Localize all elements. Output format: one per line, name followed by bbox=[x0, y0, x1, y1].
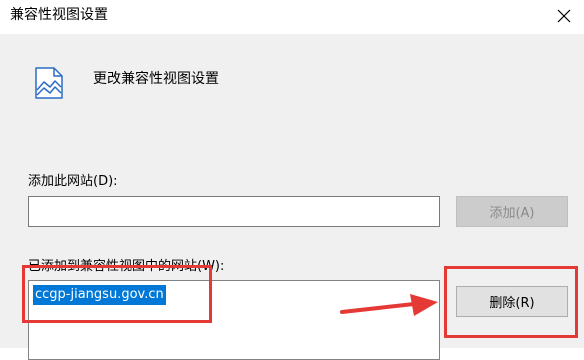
close-button[interactable] bbox=[544, 0, 584, 32]
add-site-label: 添加此网站(D): bbox=[28, 174, 118, 189]
window-title: 兼容性视图设置 bbox=[10, 7, 108, 23]
title-bar: 兼容性视图设置 bbox=[0, 0, 584, 34]
header-title: 更改兼容性视图设置 bbox=[93, 71, 219, 87]
list-item[interactable]: ccgp-jiangsu.gov.cn bbox=[33, 285, 166, 305]
annotation-arrow-icon bbox=[340, 294, 438, 316]
remove-button[interactable]: 删除(R) bbox=[456, 286, 568, 317]
dialog-content: 更改兼容性视图设置 添加此网站(D): 添加(A) 已添加到兼容性视图中的网站(… bbox=[0, 34, 584, 360]
add-button[interactable]: 添加(A) bbox=[456, 196, 568, 227]
add-site-input[interactable] bbox=[28, 196, 440, 227]
close-icon bbox=[557, 9, 571, 23]
site-list-label: 已添加到兼容性视图中的网站(W): bbox=[28, 259, 225, 274]
compat-view-icon bbox=[35, 67, 63, 99]
